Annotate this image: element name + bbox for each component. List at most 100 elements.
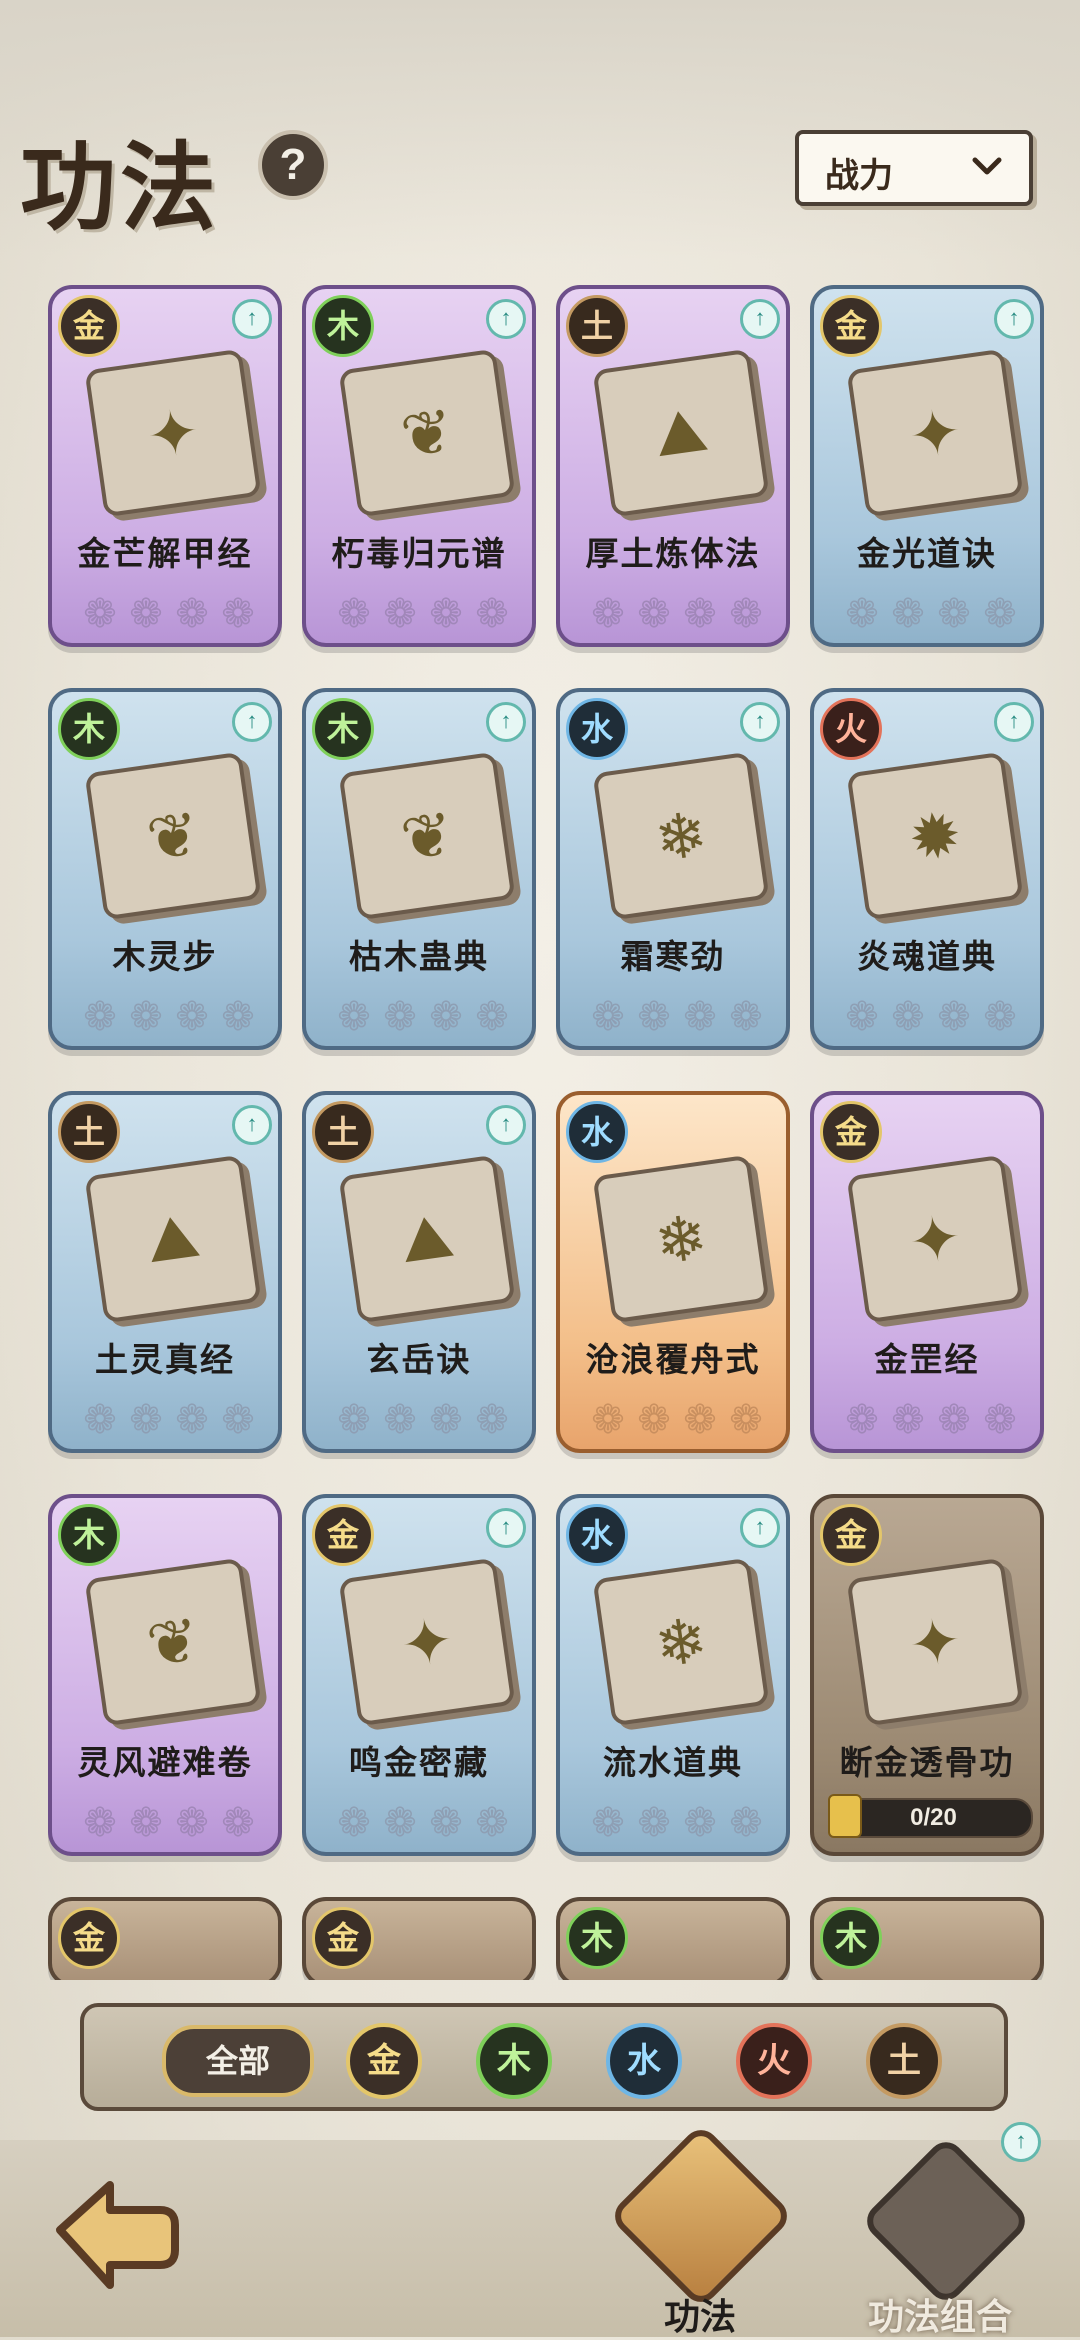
technique-card[interactable]: 土 ↑ ⛰ 厚土炼体法 ❁ ❁ ❁ ❁ [556, 285, 790, 647]
star-rating: ❁ ❁ ❁ ❁ [588, 594, 766, 634]
empty-star-icon: ❁ [845, 995, 879, 1039]
empty-star-icon: ❁ [937, 592, 971, 636]
empty-star-icon: ❁ [983, 1398, 1017, 1442]
upgrade-arrow-icon: ↑ [486, 1508, 526, 1548]
empty-star-icon: ❁ [729, 1398, 763, 1442]
empty-star-icon: ❁ [637, 592, 671, 636]
upgrade-arrow-icon: ↑ [994, 702, 1034, 742]
filter-shui-chip[interactable]: 水 [606, 2023, 682, 2099]
element-badge: 木 [566, 1907, 628, 1969]
filter-tu-chip[interactable]: 土 [866, 2023, 942, 2099]
technique-name: 金光道诀 [857, 535, 997, 572]
technique-card[interactable]: 木 ↑ ❦ 木灵步 ❁ ❁ ❁ ❁ [48, 688, 282, 1050]
star-rating: ❁ ❁ ❁ ❁ [334, 594, 512, 634]
star-rating: ❁ ❁ ❁ ❁ [588, 1803, 766, 1843]
fragment-progress: 0/20 [828, 1794, 1033, 1838]
technique-book-icon: ✦ [846, 1557, 1024, 1727]
empty-star-icon: ❁ [683, 592, 717, 636]
technique-name: 玄岳诀 [366, 1341, 472, 1378]
element-badge: 金 [312, 1504, 374, 1566]
tab-techniques[interactable]: 功法 [607, 2122, 795, 2337]
technique-name: 金罡经 [874, 1341, 980, 1378]
technique-card[interactable]: 木 ↑ ❦ 枯木蛊典 ❁ ❁ ❁ ❁ [302, 688, 536, 1050]
technique-book-icon: ❄ [592, 751, 770, 921]
star-rating: ❁ ❁ ❁ ❁ [80, 997, 258, 1037]
technique-card[interactable]: 木 ❦ 灵风避难卷 ❁ ❁ ❁ ❁ [48, 1494, 282, 1856]
empty-star-icon: ❁ [129, 592, 163, 636]
back-arrow-icon[interactable] [40, 2160, 190, 2310]
technique-card-partial[interactable]: 木 [556, 1897, 790, 1980]
technique-name: 金芒解甲经 [77, 535, 253, 572]
tab-technique-combos[interactable]: ↑ 功法组合 [835, 2122, 1045, 2340]
technique-card-partial[interactable]: 金 [302, 1897, 536, 1980]
empty-star-icon: ❁ [891, 1398, 925, 1442]
technique-card[interactable]: 水 ↑ ❄ 霜寒劲 ❁ ❁ ❁ ❁ [556, 688, 790, 1050]
technique-card[interactable]: 木 ↑ ❦ 朽毒归元谱 ❁ ❁ ❁ ❁ [302, 285, 536, 647]
empty-star-icon: ❁ [683, 995, 717, 1039]
technique-name: 厚土炼体法 [585, 535, 761, 572]
filter-huo-chip[interactable]: 火 [736, 2023, 812, 2099]
filter-all-chip[interactable]: 全部 [162, 2025, 314, 2097]
element-filter-bar: 全部 金 木 水 火 土 [80, 2003, 1008, 2111]
technique-card[interactable]: 金 ↑ ✦ 金芒解甲经 ❁ ❁ ❁ ❁ [48, 285, 282, 647]
technique-card[interactable]: 水 ❄ 沧浪覆舟式 ❁ ❁ ❁ ❁ [556, 1091, 790, 1453]
empty-star-icon: ❁ [591, 995, 625, 1039]
star-rating: ❁ ❁ ❁ ❁ [80, 594, 258, 634]
empty-star-icon: ❁ [891, 995, 925, 1039]
technique-card[interactable]: 金 ↑ ✦ 金光道诀 ❁ ❁ ❁ ❁ [810, 285, 1044, 647]
filter-jin-chip[interactable]: 金 [346, 2023, 422, 2099]
technique-card[interactable]: 水 ↑ ❄ 流水道典 ❁ ❁ ❁ ❁ [556, 1494, 790, 1856]
upgrade-arrow-icon: ↑ [486, 702, 526, 742]
empty-star-icon: ❁ [429, 1398, 463, 1442]
technique-name: 灵风避难卷 [77, 1744, 253, 1781]
element-badge: 金 [820, 1101, 882, 1163]
empty-star-icon: ❁ [221, 592, 255, 636]
empty-star-icon: ❁ [221, 995, 255, 1039]
technique-card[interactable]: 土 ↑ ⛰ 土灵真经 ❁ ❁ ❁ ❁ [48, 1091, 282, 1453]
filter-mu-chip[interactable]: 木 [476, 2023, 552, 2099]
technique-name: 朽毒归元谱 [331, 535, 507, 572]
empty-star-icon: ❁ [429, 592, 463, 636]
element-badge: 金 [58, 295, 120, 357]
element-badge: 金 [58, 1907, 120, 1969]
technique-name: 流水道典 [603, 1744, 743, 1781]
technique-card-partial[interactable]: 木 [810, 1897, 1044, 1980]
technique-book-icon: ✦ [846, 348, 1024, 518]
technique-card[interactable]: 火 ↑ ✹ 炎魂道典 ❁ ❁ ❁ ❁ [810, 688, 1044, 1050]
empty-star-icon: ❁ [383, 592, 417, 636]
empty-star-icon: ❁ [591, 592, 625, 636]
element-badge: 土 [58, 1101, 120, 1163]
technique-card[interactable]: 金 ✦ 金罡经 ❁ ❁ ❁ ❁ [810, 1091, 1044, 1453]
empty-star-icon: ❁ [221, 1801, 255, 1845]
empty-star-icon: ❁ [591, 1398, 625, 1442]
element-badge: 木 [312, 698, 374, 760]
technique-card-partial[interactable]: 金 [48, 1897, 282, 1980]
technique-card[interactable]: 土 ↑ ⛰ 玄岳诀 ❁ ❁ ❁ ❁ [302, 1091, 536, 1453]
empty-star-icon: ❁ [337, 995, 371, 1039]
upgrade-arrow-icon: ↑ [232, 702, 272, 742]
empty-star-icon: ❁ [383, 995, 417, 1039]
technique-name: 枯木蛊典 [349, 938, 489, 975]
star-rating: ❁ ❁ ❁ ❁ [842, 1400, 1020, 1440]
technique-card[interactable]: 金 ↑ ✦ 鸣金密藏 ❁ ❁ ❁ ❁ [302, 1494, 536, 1856]
technique-book-icon: ✦ [84, 348, 262, 518]
star-rating: ❁ ❁ ❁ ❁ [80, 1400, 258, 1440]
element-badge: 金 [820, 1504, 882, 1566]
technique-card[interactable]: 金 ✦ 断金透骨功 0/20 [810, 1494, 1044, 1856]
technique-book-icon: ✦ [338, 1557, 516, 1727]
technique-book-icon: ❄ [592, 1557, 770, 1727]
star-rating: ❁ ❁ ❁ ❁ [588, 1400, 766, 1440]
empty-star-icon: ❁ [175, 1398, 209, 1442]
empty-star-icon: ❁ [129, 1398, 163, 1442]
element-badge: 金 [312, 1907, 374, 1969]
empty-star-icon: ❁ [337, 1398, 371, 1442]
tab-combos-label: 功法组合 [867, 2296, 1012, 2337]
empty-star-icon: ❁ [175, 995, 209, 1039]
empty-star-icon: ❁ [591, 1801, 625, 1845]
empty-star-icon: ❁ [729, 995, 763, 1039]
empty-star-icon: ❁ [83, 1398, 117, 1442]
empty-star-icon: ❁ [83, 592, 117, 636]
empty-star-icon: ❁ [983, 592, 1017, 636]
empty-star-icon: ❁ [729, 592, 763, 636]
technique-name: 木灵步 [112, 938, 218, 975]
